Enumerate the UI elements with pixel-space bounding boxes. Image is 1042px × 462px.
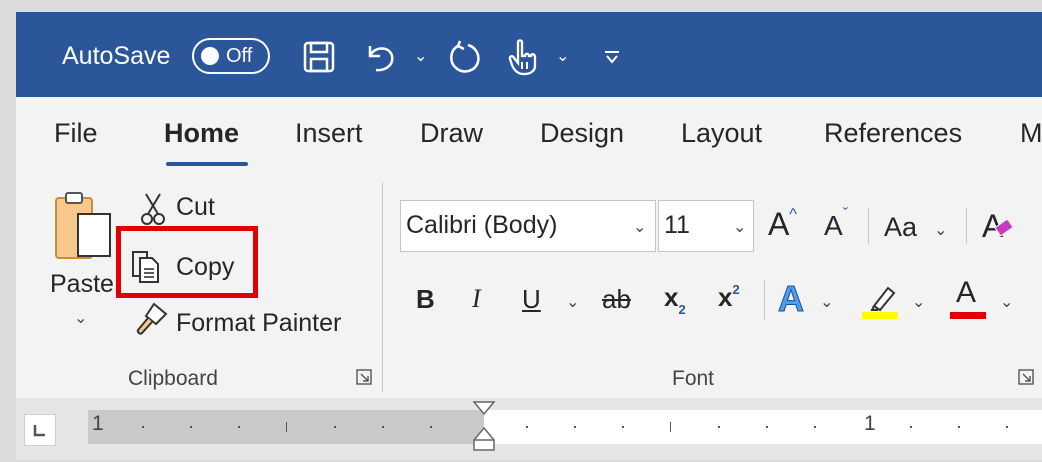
clipboard-group-label: Clipboard xyxy=(128,367,218,390)
tab-selector[interactable] xyxy=(24,414,56,446)
change-case-button[interactable]: Aa xyxy=(884,212,917,243)
superscript-button[interactable]: x2 xyxy=(718,282,740,313)
cut-button[interactable]: Cut xyxy=(176,193,215,222)
separator xyxy=(764,280,765,320)
undo-icon[interactable] xyxy=(362,40,398,74)
paste-icon[interactable] xyxy=(52,190,116,271)
italic-button[interactable]: I xyxy=(472,284,481,314)
autosave-label: AutoSave xyxy=(62,42,171,70)
clear-formatting-button[interactable]: A xyxy=(982,208,1014,245)
font-name-dropdown[interactable]: Calibri (Body) ⌄ xyxy=(400,200,656,252)
tab-file[interactable]: File xyxy=(54,118,98,149)
touch-dropdown-icon[interactable]: ⌄ xyxy=(556,46,569,66)
ruler-ticks xyxy=(142,422,1008,432)
save-icon[interactable] xyxy=(302,40,336,74)
font-launcher-icon[interactable] xyxy=(1018,369,1034,385)
font-color-button[interactable]: A xyxy=(956,276,976,310)
strikethrough-button[interactable]: ab xyxy=(602,284,631,315)
shrink-font-button[interactable]: Aˇ xyxy=(824,206,848,242)
autosave-toggle[interactable]: Off xyxy=(192,38,270,74)
group-separator xyxy=(382,182,383,392)
separator xyxy=(966,208,967,244)
indent-marker-icon[interactable] xyxy=(472,400,496,457)
paste-dropdown-icon[interactable]: ⌄ xyxy=(74,308,87,328)
autosave-toggle-state: Off xyxy=(226,45,253,67)
toggle-knob xyxy=(201,47,219,65)
word-window: AutoSave Off ⌄ ⌄ File Home Insert Draw D… xyxy=(16,12,1042,460)
paste-label[interactable]: Paste xyxy=(50,270,114,299)
tab-design[interactable]: Design xyxy=(540,118,624,149)
tab-draw[interactable]: Draw xyxy=(420,118,483,149)
font-color-dropdown-icon[interactable]: ⌄ xyxy=(1000,292,1013,312)
font-size-value: 11 xyxy=(664,211,690,239)
font-size-dropdown[interactable]: 11 ⌄ xyxy=(658,200,754,252)
font-name-value: Calibri (Body) xyxy=(406,211,558,239)
change-case-dropdown-icon[interactable]: ⌄ xyxy=(934,220,947,240)
highlighter-icon[interactable] xyxy=(862,280,902,325)
tab-mailings[interactable]: M xyxy=(1020,118,1042,149)
tab-references[interactable]: References xyxy=(824,118,962,149)
text-effects-button[interactable]: A xyxy=(778,278,805,320)
separator xyxy=(868,208,869,244)
underline-dropdown-icon[interactable]: ⌄ xyxy=(566,292,579,312)
highlight-dropdown-icon[interactable]: ⌄ xyxy=(912,292,925,312)
grow-font-button[interactable]: A^ xyxy=(768,206,797,243)
tab-home[interactable]: Home xyxy=(164,118,239,149)
font-group-label: Font xyxy=(672,367,715,390)
format-painter-icon xyxy=(134,302,170,341)
tab-selected-indicator xyxy=(166,162,248,166)
chevron-down-icon: ⌄ xyxy=(633,219,647,236)
copy-highlight-box xyxy=(116,226,258,298)
title-bar: AutoSave Off ⌄ ⌄ xyxy=(16,12,1042,97)
format-painter-button[interactable]: Format Painter xyxy=(176,309,341,338)
clipboard-launcher-icon[interactable] xyxy=(356,369,372,385)
redo-icon[interactable] xyxy=(446,38,484,76)
tab-layout[interactable]: Layout xyxy=(681,118,762,149)
font-color-swatch xyxy=(950,312,986,319)
bold-button[interactable]: B xyxy=(416,284,435,315)
underline-button[interactable]: U xyxy=(522,284,541,315)
customize-qat-icon[interactable] xyxy=(604,50,620,64)
tab-insert[interactable]: Insert xyxy=(295,118,363,149)
subscript-button[interactable]: x2 xyxy=(664,282,686,317)
undo-dropdown-icon[interactable]: ⌄ xyxy=(414,46,427,66)
ruler-number: 1 xyxy=(92,412,104,435)
touch-mode-icon[interactable] xyxy=(506,38,540,76)
text-effects-dropdown-icon[interactable]: ⌄ xyxy=(820,292,833,312)
chevron-down-icon: ⌄ xyxy=(733,219,747,236)
